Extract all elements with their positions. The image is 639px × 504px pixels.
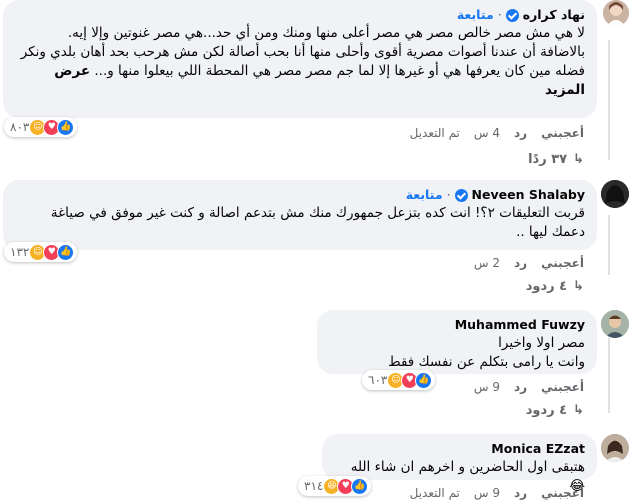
reaction-summary[interactable]: ٦٠٣ ☺ ♥ 👍: [362, 370, 436, 390]
timestamp[interactable]: 4 س: [474, 126, 500, 140]
reply-button[interactable]: رد: [514, 126, 527, 140]
comment-bubble: نهاد كراره · متابعة لا هي مش مصر خالص مص…: [3, 0, 597, 118]
reply-button[interactable]: رد: [514, 256, 527, 270]
timestamp[interactable]: 2 س: [474, 256, 500, 270]
like-button[interactable]: أعجبني: [541, 256, 584, 270]
reply-button[interactable]: رد: [514, 380, 527, 394]
follow-button[interactable]: متابعة: [406, 186, 443, 204]
reply-button[interactable]: رد: [514, 486, 527, 500]
comment-author[interactable]: نهاد كراره: [523, 6, 585, 24]
comment-actions: أعجبني رد 9 س: [474, 380, 584, 394]
timestamp[interactable]: 9 س: [474, 486, 500, 500]
comment-author[interactable]: Monica EZzat: [491, 440, 585, 458]
view-replies-button[interactable]: ↳ ٣٧ ردًا: [528, 152, 584, 167]
thread-line: [608, 215, 610, 275]
avatar[interactable]: [603, 0, 629, 26]
comment-actions: أعجبني رد 9 س تم التعديل: [410, 486, 584, 500]
comment-text: قربت التعليقات ٢؟! انت كده بتزعل جمهورك …: [50, 205, 585, 240]
edited-label: تم التعديل: [409, 126, 460, 140]
comment-actions: أعجبني رد 2 س: [474, 256, 584, 270]
reaction-summary[interactable]: ٣١٤ 😆 ♥ 👍: [298, 476, 372, 496]
edited-label: تم التعديل: [409, 486, 460, 500]
thread-line: [608, 338, 610, 413]
like-reaction-icon: 👍: [57, 243, 75, 261]
like-reaction-icon: 👍: [351, 477, 369, 495]
comment-bubble: Muhammed Fuwzy مصر اولا واخيرا وانت يا ر…: [317, 310, 597, 374]
view-replies-button[interactable]: ↳ ٤ ردود: [526, 279, 584, 294]
like-button[interactable]: أعجبني: [541, 486, 584, 500]
like-reaction-icon: 👍: [415, 371, 433, 389]
like-button[interactable]: أعجبني: [541, 380, 584, 394]
verified-badge-icon: [454, 188, 468, 202]
avatar[interactable]: [601, 180, 629, 208]
reply-arrow-icon: ↳: [573, 279, 584, 294]
comment-bubble: Monica EZzat هتبقى اول الحاضرين و اخرهم …: [322, 434, 597, 494]
reaction-summary[interactable]: ٨٠٣ ☺ ♥ 👍: [4, 117, 78, 137]
comment-bubble: Neveen Shalaby · متابعة قربت التعليقات ٢…: [3, 180, 597, 250]
avatar[interactable]: [601, 434, 629, 462]
comment-author[interactable]: Neveen Shalaby: [472, 186, 585, 204]
follow-button[interactable]: متابعة: [457, 6, 494, 24]
reaction-summary[interactable]: ١٣٢ ☺ ♥ 👍: [4, 242, 78, 262]
comment-text: مصر اولا واخيرا وانت يا رامى بتكلم عن نف…: [388, 335, 585, 370]
timestamp[interactable]: 9 س: [474, 380, 500, 394]
thread-line: [608, 40, 610, 160]
verified-badge-icon: [505, 8, 519, 22]
like-reaction-icon: 👍: [57, 118, 75, 136]
avatar[interactable]: [601, 310, 629, 338]
comment-author[interactable]: Muhammed Fuwzy: [455, 316, 585, 334]
like-button[interactable]: أعجبني: [541, 126, 584, 140]
reply-arrow-icon: ↳: [573, 152, 584, 167]
reply-arrow-icon: ↳: [573, 403, 584, 418]
comment-text: لا هي مش مصر خالص مصر هي مصر أعلى منها و…: [20, 25, 585, 98]
comment-actions: أعجبني رد 4 س تم التعديل: [410, 126, 584, 140]
view-replies-button[interactable]: ↳ ٤ ردود: [526, 403, 584, 418]
